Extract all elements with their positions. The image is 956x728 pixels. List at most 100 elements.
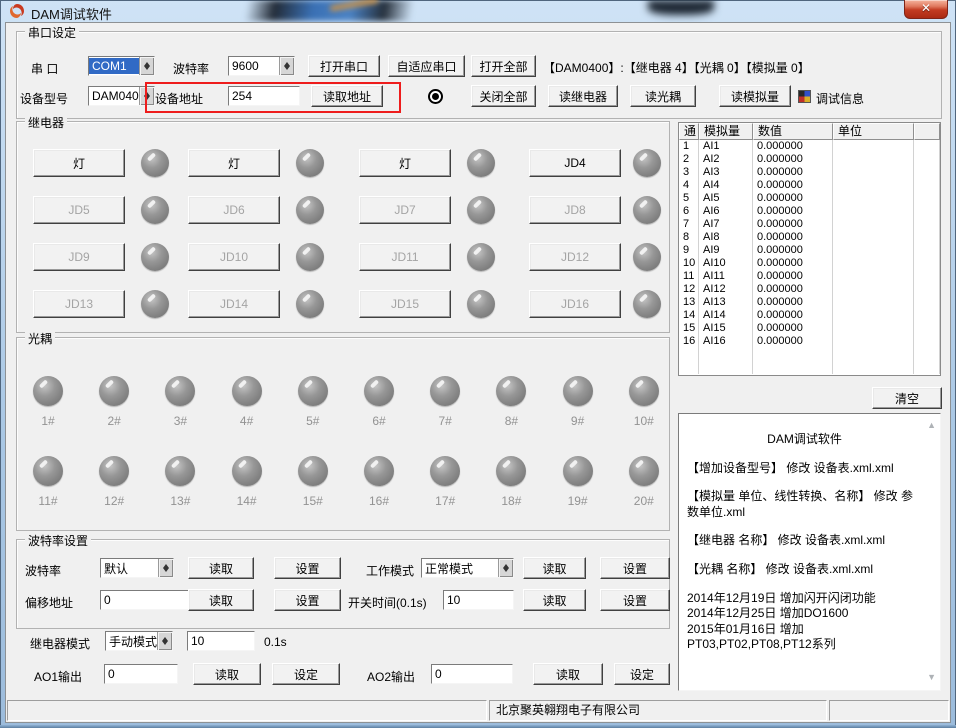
dropdown-arrow-icon[interactable] [279, 57, 294, 75]
read-offset-button[interactable]: 读取 [188, 589, 254, 611]
close-button[interactable]: ✕ [904, 0, 948, 19]
baudrate-select[interactable]: 9600 [228, 56, 295, 76]
work-mode-select[interactable]: 正常模式 [421, 558, 514, 578]
relay-led-5 [141, 196, 169, 224]
relay-button-4[interactable]: JD4 [529, 149, 621, 177]
ao1-input[interactable] [104, 664, 178, 684]
table-cell: AI14 [699, 309, 753, 322]
relay-button-3[interactable]: 灯 [359, 149, 451, 177]
table-cell: 0.000000 [753, 179, 833, 192]
opto-label-8: 8# [489, 414, 533, 428]
table-cell: 0.000000 [753, 244, 833, 257]
table-cell: 0.000000 [753, 218, 833, 231]
table-cell [833, 296, 914, 309]
read-opto-button[interactable]: 读光耦 [630, 85, 696, 107]
table-cell: 0.000000 [753, 205, 833, 218]
scroll-down-icon[interactable]: ▼ [927, 672, 936, 684]
table-row-empty [679, 361, 940, 374]
adaptive-serial-button[interactable]: 自适应串口 [388, 55, 465, 77]
relay-button-11[interactable]: JD11 [359, 243, 451, 271]
opto-led-20 [629, 456, 659, 486]
dropdown-arrow-icon[interactable] [139, 57, 154, 75]
clear-button[interactable]: 清空 [872, 387, 942, 409]
table-cell: AI5 [699, 192, 753, 205]
opto-label-20: 20# [622, 494, 666, 508]
dropdown-arrow-icon[interactable] [139, 87, 154, 105]
opto-label-1: 1# [26, 414, 70, 428]
debug-info-label[interactable]: 调试信息 [816, 90, 864, 107]
read-switchtime-button[interactable]: 读取 [523, 589, 586, 611]
relay-button-7[interactable]: JD7 [359, 196, 451, 224]
read-workmode-button[interactable]: 读取 [523, 557, 586, 579]
table-cell [914, 140, 940, 153]
table-cell: 0.000000 [753, 166, 833, 179]
serial-group-title: 串口设定 [25, 24, 79, 41]
opto-led-5 [298, 376, 328, 406]
dropdown-arrow-icon[interactable] [498, 559, 513, 577]
relay-led-2 [296, 149, 324, 177]
set-workmode-button[interactable]: 设置 [600, 557, 670, 579]
statusbar-panel [7, 700, 487, 721]
table-cell [679, 348, 699, 361]
read-analog-button[interactable]: 读模拟量 [719, 85, 791, 107]
read-baud-button[interactable]: 读取 [188, 557, 254, 579]
ao2-input[interactable] [431, 664, 513, 684]
analog-table[interactable]: 通模拟量数值单位1AI10.0000002AI20.0000003AI30.00… [678, 122, 941, 376]
read-relay-button[interactable]: 读继电器 [548, 85, 618, 107]
relay-button-2[interactable]: 灯 [188, 149, 280, 177]
relay-button-10[interactable]: JD10 [188, 243, 280, 271]
open-serial-button[interactable]: 打开串口 [308, 55, 380, 77]
table-cell: 10 [679, 257, 699, 270]
relay-button-6[interactable]: JD6 [188, 196, 280, 224]
relay-led-10 [296, 243, 324, 271]
info-paragraph: 【光耦 名称】 修改 设备表.xml.xml [687, 562, 922, 578]
relay-button-16[interactable]: JD16 [529, 290, 621, 318]
table-row: 11AI110.000000 [679, 270, 940, 283]
table-row: 1AI10.000000 [679, 140, 940, 153]
set-baud-button[interactable]: 设置 [274, 557, 341, 579]
opto-label-11: 11# [26, 494, 70, 508]
read-ao1-button[interactable]: 读取 [193, 663, 261, 685]
dropdown-arrow-icon[interactable] [158, 559, 173, 577]
table-header-cell: 数值 [753, 123, 833, 140]
offset-address-input[interactable] [100, 590, 196, 610]
relay-button-13[interactable]: JD13 [33, 290, 125, 318]
dropdown-arrow-icon[interactable] [157, 632, 172, 650]
info-panel: DAM调试软件 【增加设备型号】 修改 设备表.xml.xml【模拟量 单位、线… [678, 413, 941, 691]
set-ao2-button[interactable]: 设定 [614, 663, 670, 685]
read-address-button[interactable]: 读取地址 [311, 85, 383, 107]
relay-time-input[interactable] [187, 631, 255, 651]
relay-button-1[interactable]: 灯 [33, 149, 125, 177]
open-all-button[interactable]: 打开全部 [471, 55, 536, 77]
opto-label-9: 9# [556, 414, 600, 428]
opto-led-1 [33, 376, 63, 406]
opto-led-16 [364, 456, 394, 486]
baud-mode-value: 默认 [101, 559, 158, 578]
table-cell [914, 231, 940, 244]
scroll-up-icon[interactable]: ▲ [927, 420, 936, 432]
relay-button-12[interactable]: JD12 [529, 243, 621, 271]
relay-button-15[interactable]: JD15 [359, 290, 451, 318]
table-cell [914, 218, 940, 231]
switch-time-input[interactable] [443, 590, 514, 610]
close-all-button[interactable]: 关闭全部 [471, 85, 536, 107]
set-switchtime-button[interactable]: 设置 [600, 589, 670, 611]
serial-port-select[interactable]: COM1 [88, 56, 155, 76]
client-area: 串口设定 串 口 COM1 波特率 9600 打开串口 自适应串口 打开全部 【… [5, 22, 951, 723]
relay-mode-select[interactable]: 手动模式 [105, 631, 173, 651]
set-offset-button[interactable]: 设置 [274, 589, 341, 611]
table-cell: AI3 [699, 166, 753, 179]
relay-button-8[interactable]: JD8 [529, 196, 621, 224]
opto-led-19 [563, 456, 593, 486]
set-ao1-button[interactable]: 设定 [272, 663, 340, 685]
device-model-select[interactable]: DAM0400 [88, 86, 155, 106]
read-ao2-button[interactable]: 读取 [533, 663, 603, 685]
opto-led-2 [99, 376, 129, 406]
relay-button-9[interactable]: JD9 [33, 243, 125, 271]
baud-mode-select[interactable]: 默认 [100, 558, 174, 578]
relay-button-14[interactable]: JD14 [188, 290, 280, 318]
device-address-input[interactable] [228, 86, 300, 106]
info-paragraphs: 【增加设备型号】 修改 设备表.xml.xml【模拟量 单位、线性转换、名称】 … [687, 461, 922, 578]
table-row: 3AI30.000000 [679, 166, 940, 179]
relay-button-5[interactable]: JD5 [33, 196, 125, 224]
